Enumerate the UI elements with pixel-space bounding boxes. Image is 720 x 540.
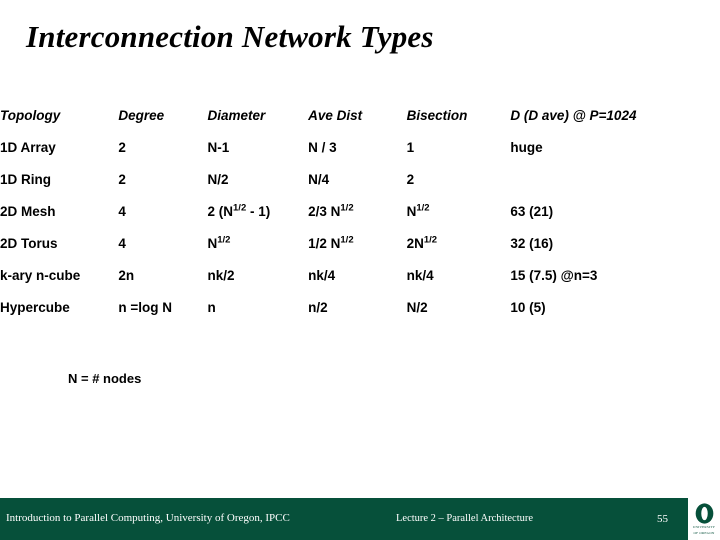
column-header-ave-dist: Ave Dist bbox=[308, 108, 363, 123]
cell-d-ave: 10 (5) bbox=[510, 300, 546, 315]
cell-diameter: N-1 bbox=[207, 140, 230, 155]
footer-course-label: Introduction to Parallel Computing, Univ… bbox=[6, 512, 290, 524]
cell-ave-dist: N / 3 bbox=[308, 140, 337, 155]
cell-diameter: N1/2 bbox=[207, 234, 231, 251]
cell-diameter: N/2 bbox=[207, 172, 229, 187]
table-row: 2D Torus 4 N1/2 1/2 N1/2 2N1/2 32 (16) bbox=[0, 234, 720, 268]
cell-d-ave: 15 (7.5) @n=3 bbox=[510, 268, 598, 283]
cell-topology: 1D Ring bbox=[0, 172, 52, 187]
table-header-row: Topology Degree Diameter Ave Dist Bisect… bbox=[0, 108, 720, 140]
topology-comparison-table: Topology Degree Diameter Ave Dist Bisect… bbox=[0, 108, 720, 332]
cell-diameter: 2 (N1/2 - 1) bbox=[207, 202, 271, 219]
cell-bisection: nk/4 bbox=[406, 268, 434, 283]
table-row: k-ary n-cube 2n nk/2 nk/4 nk/4 15 (7.5) … bbox=[0, 268, 720, 300]
column-header-d-ave: D (D ave) @ P=1024 bbox=[510, 108, 637, 123]
cell-degree: n =log N bbox=[118, 300, 173, 315]
cell-d-ave: huge bbox=[510, 140, 543, 155]
column-header-diameter: Diameter bbox=[207, 108, 266, 123]
table-row: Hypercube n =log N n n/2 N/2 10 (5) bbox=[0, 300, 720, 332]
cell-d-ave: 63 (21) bbox=[510, 204, 554, 219]
cell-bisection: N1/2 bbox=[406, 202, 430, 219]
cell-topology: 2D Mesh bbox=[0, 204, 56, 219]
university-logo: UNIVERSITY OF OREGON bbox=[688, 498, 720, 540]
column-header-degree: Degree bbox=[118, 108, 165, 123]
table-footnote: N = # nodes bbox=[68, 371, 142, 386]
table-body: 1D Array 2 N-1 N / 3 1 huge 1D Ring 2 N/… bbox=[0, 140, 720, 332]
logo-text-line1: UNIVERSITY bbox=[692, 525, 716, 530]
table-header: Topology Degree Diameter Ave Dist Bisect… bbox=[0, 108, 720, 140]
oregon-o-icon bbox=[695, 503, 713, 524]
table-row: 1D Ring 2 N/2 N/4 2 bbox=[0, 172, 720, 204]
page-title: Interconnection Network Types bbox=[26, 19, 434, 54]
cell-ave-dist: n/2 bbox=[308, 300, 328, 315]
cell-diameter: n bbox=[207, 300, 216, 315]
cell-bisection: N/2 bbox=[406, 300, 428, 315]
cell-d-ave bbox=[510, 172, 720, 204]
cell-degree: 2 bbox=[118, 140, 126, 155]
cell-topology: 2D Torus bbox=[0, 236, 58, 251]
cell-ave-dist: 1/2 N1/2 bbox=[308, 234, 354, 251]
cell-ave-dist: 2/3 N1/2 bbox=[308, 202, 354, 219]
cell-diameter: nk/2 bbox=[207, 268, 235, 283]
logo-text-line2: OF OREGON bbox=[693, 530, 715, 535]
column-header-bisection: Bisection bbox=[406, 108, 468, 123]
cell-d-ave: 32 (16) bbox=[510, 236, 554, 251]
cell-degree: 4 bbox=[118, 236, 126, 251]
table-row: 2D Mesh 4 2 (N1/2 - 1) 2/3 N1/2 N1/2 63 … bbox=[0, 202, 720, 236]
slide-canvas: Interconnection Network Types Topology D… bbox=[0, 0, 720, 540]
cell-degree: 2 bbox=[118, 172, 126, 187]
cell-ave-dist: N/4 bbox=[308, 172, 330, 187]
cell-degree: 4 bbox=[118, 204, 126, 219]
cell-bisection: 1 bbox=[406, 140, 415, 155]
footer-lecture-label: Lecture 2 – Parallel Architecture bbox=[396, 513, 534, 524]
cell-topology: 1D Array bbox=[0, 140, 56, 155]
cell-bisection: 2 bbox=[406, 172, 415, 187]
cell-ave-dist: nk/4 bbox=[308, 268, 336, 283]
cell-topology: k-ary n-cube bbox=[0, 268, 81, 283]
cell-degree: 2n bbox=[118, 268, 135, 283]
footer-page-number: 55 bbox=[657, 513, 668, 525]
column-header-topology: Topology bbox=[0, 108, 61, 123]
cell-topology: Hypercube bbox=[0, 300, 70, 315]
cell-bisection: 2N1/2 bbox=[406, 234, 438, 251]
table-row: 1D Array 2 N-1 N / 3 1 huge bbox=[0, 140, 720, 172]
